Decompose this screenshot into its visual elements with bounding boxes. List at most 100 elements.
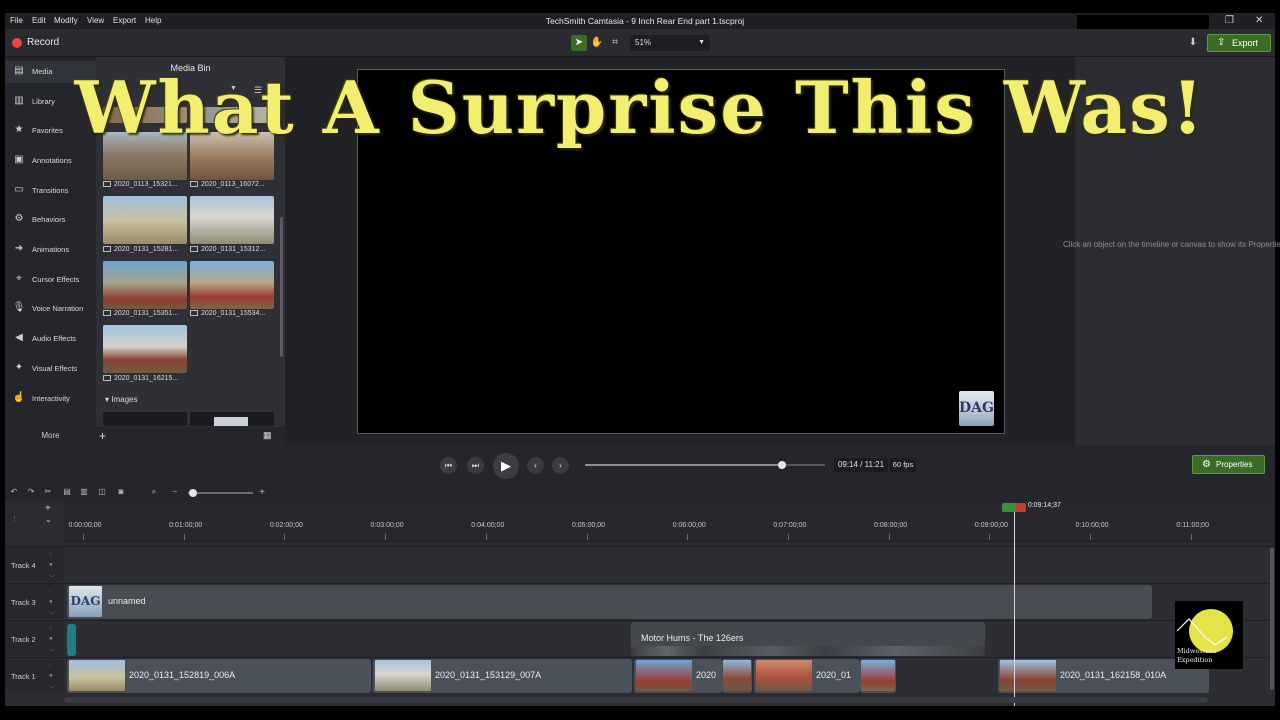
- crop-icon[interactable]: ⌗: [607, 35, 623, 51]
- track-lane-3[interactable]: DAG unnamed: [64, 583, 1275, 619]
- sidebar-item-library[interactable]: ▥ Library: [5, 91, 96, 113]
- media-thumbnail[interactable]: [103, 196, 187, 244]
- playback-scrubber[interactable]: [585, 461, 825, 469]
- image-thumbnail[interactable]: [190, 412, 274, 426]
- video-clip[interactable]: 2020: [634, 659, 722, 693]
- track-header-4[interactable]: Track 4 ◌ ● ◡: [5, 546, 64, 582]
- sort-options-icon[interactable]: ☰: [254, 85, 262, 96]
- track-header-3[interactable]: Track 3 ◌ ● ◡: [5, 583, 64, 619]
- zoom-in-icon[interactable]: +: [256, 487, 268, 498]
- timeline-ruler[interactable]: 0:00:00;00 0:01:00;00 0:02:00;00 0:03:00;00…: [64, 501, 1275, 542]
- lock-icon[interactable]: ◌ ● ◡: [49, 550, 54, 580]
- lock-icon[interactable]: ◌ ● ◡: [49, 661, 54, 691]
- play-button[interactable]: ▶: [493, 453, 519, 479]
- video-clip[interactable]: 2020_0131_152819_006A: [67, 659, 371, 693]
- logo-text-line: Midwestern: [1177, 647, 1217, 655]
- library-icon: ▥: [14, 95, 24, 106]
- media-thumbnail[interactable]: [190, 261, 274, 309]
- playhead-handle[interactable]: [1001, 503, 1026, 512]
- video-clip[interactable]: [860, 659, 896, 693]
- timeline-zoom-handle[interactable]: [189, 489, 197, 497]
- redo-icon[interactable]: ↷: [25, 487, 37, 496]
- clip-unnamed[interactable]: DAG unnamed: [67, 585, 1152, 619]
- timeline-horizontal-scrollbar[interactable]: [64, 697, 1208, 703]
- step-back-icon[interactable]: ⏮: [440, 457, 457, 474]
- timeline-zoom-slider[interactable]: [188, 492, 253, 494]
- grid-view-icon[interactable]: ▦: [263, 430, 272, 441]
- video-clip[interactable]: 2020_01: [754, 659, 860, 693]
- track-lane-4[interactable]: [64, 546, 1275, 582]
- media-thumbnail[interactable]: [103, 107, 187, 123]
- zoom-search-icon[interactable]: ⌕: [148, 487, 160, 497]
- ruler-tick: [1090, 534, 1091, 540]
- copy-icon[interactable]: ▤: [61, 487, 73, 496]
- images-section-header[interactable]: ▾ Images: [105, 395, 137, 404]
- sidebar-item-annotations[interactable]: ▣ Annotations: [5, 150, 96, 172]
- video-clip[interactable]: 2020_0131_153129_007A: [373, 659, 632, 693]
- clip-marker[interactable]: [67, 624, 76, 656]
- sidebar-item-favorites[interactable]: ★ Favorites: [5, 120, 96, 142]
- chevron-down-icon[interactable]: ⌄: [45, 515, 52, 524]
- timeline-vertical-scrollbar[interactable]: [1270, 548, 1274, 690]
- sidebar-item-voice-narration[interactable]: 🎙 Voice Narration: [5, 298, 96, 320]
- pan-hand-icon[interactable]: ✋: [589, 35, 605, 51]
- video-clip[interactable]: [722, 659, 752, 693]
- step-forward-icon[interactable]: ⏭: [467, 457, 484, 474]
- ruler-tick-label: 0:01:00;00: [169, 522, 203, 529]
- sidebar-item-interactivity[interactable]: ☝ Interactivity: [5, 388, 96, 410]
- sidebar-item-media[interactable]: ▤ Media: [5, 61, 96, 83]
- sidebar-item-behaviors[interactable]: ⚙ Behaviors: [5, 209, 96, 231]
- add-track-icon[interactable]: +: [45, 503, 51, 514]
- scrubber-handle[interactable]: [778, 461, 787, 469]
- lock-icon[interactable]: ◌ ● ◡: [49, 624, 54, 654]
- properties-label: Properties: [1216, 460, 1253, 469]
- properties-button[interactable]: ⚙ Properties: [1192, 455, 1265, 474]
- media-thumbnail[interactable]: [190, 196, 274, 244]
- add-media-icon[interactable]: +: [99, 429, 106, 443]
- cut-icon[interactable]: ✂: [42, 487, 54, 496]
- playhead-line[interactable]: [1013, 511, 1015, 706]
- bin-view-dropdown-icon[interactable]: ▼: [230, 85, 237, 92]
- split-icon[interactable]: ◫: [96, 487, 108, 496]
- drag-handle-icon[interactable]: ⋮: [11, 515, 18, 523]
- preview-canvas[interactable]: DAG: [357, 69, 1005, 434]
- clip-audio-motor-hums[interactable]: Motor Hums - The 126ers: [631, 622, 985, 656]
- image-thumbnail[interactable]: [103, 412, 187, 426]
- snapshot-icon[interactable]: ◙: [115, 487, 127, 496]
- track-header-1[interactable]: Track 1 ◌ ● ◡: [5, 657, 64, 693]
- more-button[interactable]: More: [5, 431, 96, 440]
- sidebar-item-cursor-effects[interactable]: ⌖ Cursor Effects: [5, 269, 96, 291]
- download-icon[interactable]: ⬇: [1185, 35, 1201, 51]
- track-lane-2[interactable]: Motor Hums - The 126ers: [64, 620, 1275, 656]
- media-thumbnail[interactable]: [103, 261, 187, 309]
- next-icon[interactable]: ›: [552, 457, 569, 474]
- previous-icon[interactable]: ‹: [527, 457, 544, 474]
- zoom-out-icon[interactable]: −: [169, 487, 181, 496]
- undo-icon[interactable]: ↶: [8, 487, 20, 496]
- lock-icon[interactable]: ◌ ● ◡: [49, 587, 54, 617]
- menu-bar: File Edit Modify View Export Help TechSm…: [5, 13, 1275, 35]
- media-bin-scrollbar[interactable]: [280, 217, 283, 357]
- canvas-zoom-select[interactable]: 51% ▼: [630, 35, 710, 51]
- close-window-icon[interactable]: ✕: [1255, 15, 1263, 26]
- sidebar-item-animations[interactable]: ➜ Animations: [5, 239, 96, 261]
- sidebar-item-transitions[interactable]: ▭ Transitions: [5, 180, 96, 202]
- media-thumbnail[interactable]: [190, 132, 274, 180]
- track-header-2[interactable]: Track 2 ◌ ● ◡: [5, 620, 64, 656]
- sidebar-item-visual-effects[interactable]: ✦ Visual Effects: [5, 358, 96, 380]
- sidebar-item-audio-effects[interactable]: ◀ Audio Effects: [5, 328, 96, 350]
- select-tool-icon[interactable]: ➤: [571, 35, 587, 51]
- clip-label: 2020: [696, 670, 717, 680]
- playhead-out-marker[interactable]: [1015, 503, 1026, 512]
- ruler-tick-label: 0:05:00;00: [571, 522, 606, 529]
- record-icon[interactable]: [12, 38, 22, 48]
- media-thumbnail[interactable]: [103, 132, 187, 180]
- media-thumbnail[interactable]: [190, 107, 274, 123]
- restore-window-icon[interactable]: ❐: [1225, 15, 1234, 26]
- record-button[interactable]: Record: [27, 37, 59, 48]
- pointer-icon: ☝: [12, 392, 26, 403]
- media-thumbnail[interactable]: [103, 325, 187, 373]
- track-lane-1[interactable]: 2020_0131_152819_006A 2020_0131_153129_0…: [64, 657, 1275, 693]
- export-button[interactable]: ⇪ Export: [1207, 34, 1271, 52]
- paste-icon[interactable]: ▥: [78, 487, 90, 496]
